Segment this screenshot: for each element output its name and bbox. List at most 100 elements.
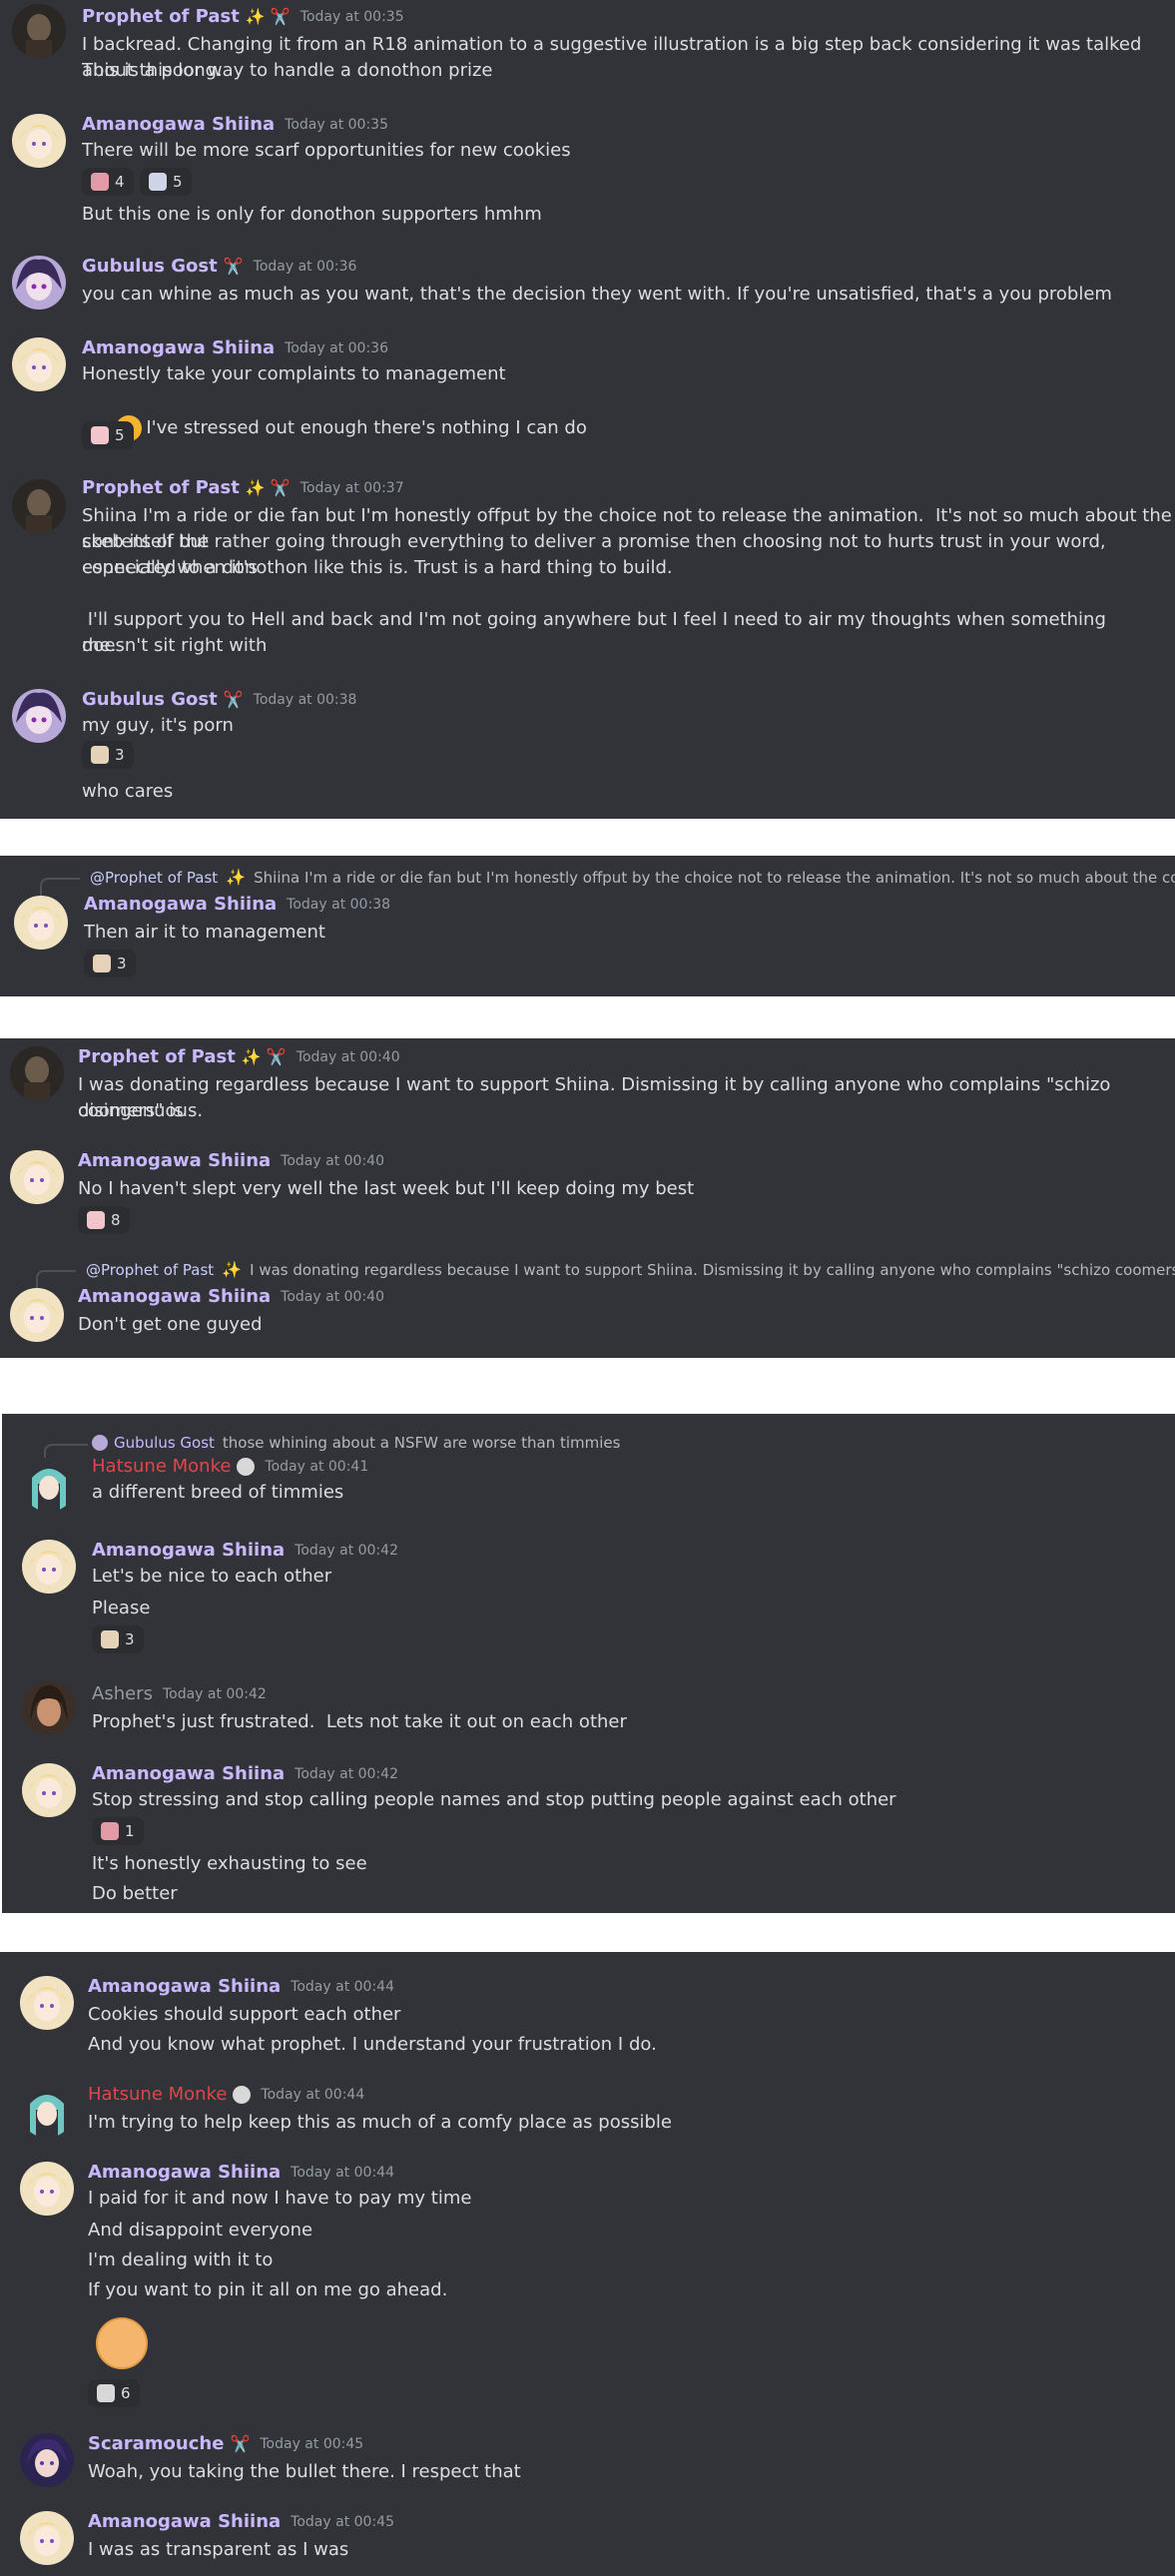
chat-panel-3: Prophet of Past ✨ ✂️ Today at 00:40 I wa… (0, 1038, 1175, 1358)
timestamp: Today at 00:44 (261, 2086, 365, 2103)
reaction[interactable]: 6 (88, 2379, 140, 2407)
reaction[interactable]: 3 (92, 1625, 144, 1653)
timestamp: Today at 00:38 (287, 896, 390, 913)
reaction[interactable]: 8 (78, 1206, 130, 1234)
author-name[interactable]: Prophet of Past (82, 6, 240, 27)
message: @Prophet of Past ✨ I was donating regard… (0, 1256, 1175, 1356)
reaction[interactable]: 3 (84, 950, 136, 977)
avatar[interactable] (20, 2433, 74, 2487)
avatar[interactable] (22, 1763, 76, 1817)
message: Amanogawa Shiina Today at 00:35 There wi… (0, 110, 1175, 240)
avatar[interactable] (22, 1458, 76, 1512)
message-text: I was donating regardless because I want… (78, 1074, 1117, 1121)
reaction[interactable]: 5 (140, 168, 192, 196)
timestamp: Today at 00:35 (299, 8, 404, 25)
message-text: who cares (82, 781, 174, 802)
author-name[interactable]: Prophet of Past (82, 477, 240, 498)
role-badge: ✨ ✂️ (245, 7, 291, 26)
message-text: This is a poor way to handle a donothon … (82, 60, 493, 81)
avatar[interactable] (12, 114, 66, 168)
avatar[interactable] (10, 1046, 64, 1100)
avatar[interactable] (12, 337, 66, 391)
author-name[interactable]: Amanogawa Shiina (92, 1540, 285, 1561)
timestamp: Today at 00:42 (294, 1542, 398, 1559)
cookie-bunny-emoji-icon (91, 426, 109, 444)
timestamp: Today at 00:42 (162, 1685, 267, 1702)
timestamp: Today at 00:36 (253, 258, 357, 275)
message-text: you can whine as much as you want, that'… (82, 284, 1112, 305)
message-text: And you know what prophet. I understand … (88, 2034, 657, 2055)
avatar[interactable] (20, 2511, 74, 2565)
cookie-dance-emoji-icon (93, 955, 111, 972)
timestamp: Today at 00:41 (265, 1458, 369, 1475)
author-name[interactable]: Amanogawa Shiina (78, 1286, 271, 1307)
author-name[interactable]: Amanogawa Shiina (78, 1150, 271, 1171)
reply-author[interactable]: Gubulus Gost (114, 1434, 215, 1452)
message: Gubulus Gost those whining about a NSFW … (2, 1414, 1175, 1514)
monkey-badge-icon (233, 2085, 252, 2104)
message-text: I'm trying to help keep this as much of … (88, 2112, 672, 2133)
reply-preview[interactable]: Gubulus Gost those whining about a NSFW … (92, 1434, 1175, 1452)
author-name[interactable]: Hatsune Monke (88, 2084, 227, 2105)
author-name[interactable]: Amanogawa Shiina (82, 114, 275, 135)
avatar[interactable] (22, 1540, 76, 1594)
author-name[interactable]: Amanogawa Shiina (92, 1763, 285, 1784)
timestamp: Today at 00:45 (260, 2435, 364, 2452)
avatar[interactable] (22, 1681, 76, 1735)
message-text: Cookies should support each other (88, 2004, 401, 2025)
author-name[interactable]: Scaramouche (88, 2433, 224, 2454)
reply-mention[interactable]: @Prophet of Past (90, 869, 218, 887)
message: Prophet of Past ✨ ✂️ Today at 00:40 I wa… (0, 1038, 1175, 1128)
cookie-scarf-emoji-icon (101, 1822, 119, 1840)
avatar[interactable] (20, 2162, 74, 2216)
message-text: But this one is only for donothon suppor… (82, 204, 542, 225)
message-text: Prophet's just frustrated. Lets not take… (92, 1711, 627, 1732)
reaction[interactable]: 4 (82, 168, 134, 196)
avatar[interactable] (12, 479, 66, 533)
avatar[interactable] (20, 1976, 74, 2030)
author-name[interactable]: Gubulus Gost (82, 256, 218, 277)
author-name[interactable]: Amanogawa Shiina (88, 2162, 281, 2183)
avatar (92, 1435, 108, 1451)
author-name[interactable]: Amanogawa Shiina (88, 2511, 281, 2532)
message-text: I paid for it and now I have to pay my t… (88, 2188, 472, 2209)
avatar[interactable] (12, 689, 66, 743)
message-text: disingenuous. (78, 1100, 204, 1121)
message: Amanogawa Shiina Today at 00:44 I paid f… (0, 2158, 1175, 2407)
avatar[interactable] (20, 2084, 74, 2138)
cookie-dance-emoji-icon (91, 746, 109, 764)
avatar[interactable] (10, 1288, 64, 1342)
role-badge: ✂️ (223, 257, 244, 276)
author-name[interactable]: Amanogawa Shiina (84, 894, 277, 915)
message-text: I'll support you to Hell and back and I'… (82, 609, 1112, 656)
cookie-cat-emoji-icon (149, 173, 167, 191)
avatar[interactable] (12, 4, 66, 58)
author-name[interactable]: Amanogawa Shiina (88, 1976, 281, 1997)
reaction[interactable]: 1 (92, 1817, 144, 1845)
message: Ashers Today at 00:42 Prophet's just fru… (2, 1677, 1175, 1741)
author-name[interactable]: Amanogawa Shiina (82, 337, 275, 358)
cookie-dance-emoji-icon (101, 1630, 119, 1648)
author-name[interactable]: Hatsune Monke (92, 1456, 231, 1477)
role-badge: ✨ ✂️ (245, 478, 291, 497)
reaction[interactable]: 3 (82, 741, 134, 769)
reply-preview[interactable]: @Prophet of Past ✨ I was donating regard… (80, 1260, 1175, 1279)
chat-panel-4: Gubulus Gost those whining about a NSFW … (2, 1414, 1175, 1913)
message: Amanogawa Shiina Today at 00:45 I was as… (0, 2507, 1175, 2571)
reply-mention[interactable]: @Prophet of Past (86, 1261, 214, 1279)
timestamp: Today at 00:37 (299, 479, 404, 496)
avatar[interactable] (10, 1150, 64, 1204)
avatar[interactable] (14, 896, 68, 950)
reaction[interactable]: 5 (82, 421, 134, 449)
message: Gubulus Gost ✂️ Today at 00:38 my guy, i… (0, 685, 1175, 805)
avatar[interactable] (12, 256, 66, 310)
timestamp: Today at 00:38 (253, 691, 357, 708)
chat-panel-5: Amanogawa Shiina Today at 00:44 Cookies … (0, 1952, 1175, 2576)
sparkle-icon: ✨ (222, 1260, 243, 1279)
reply-text: I was donating regardless because I want… (250, 1260, 1175, 1279)
author-name[interactable]: Ashers (92, 1683, 153, 1704)
cookie-scarf-emoji-icon (91, 173, 109, 191)
author-name[interactable]: Prophet of Past (78, 1046, 236, 1067)
author-name[interactable]: Gubulus Gost (82, 689, 218, 710)
reply-preview[interactable]: @Prophet of Past ✨ Shiina I'm a ride or … (84, 868, 1175, 887)
